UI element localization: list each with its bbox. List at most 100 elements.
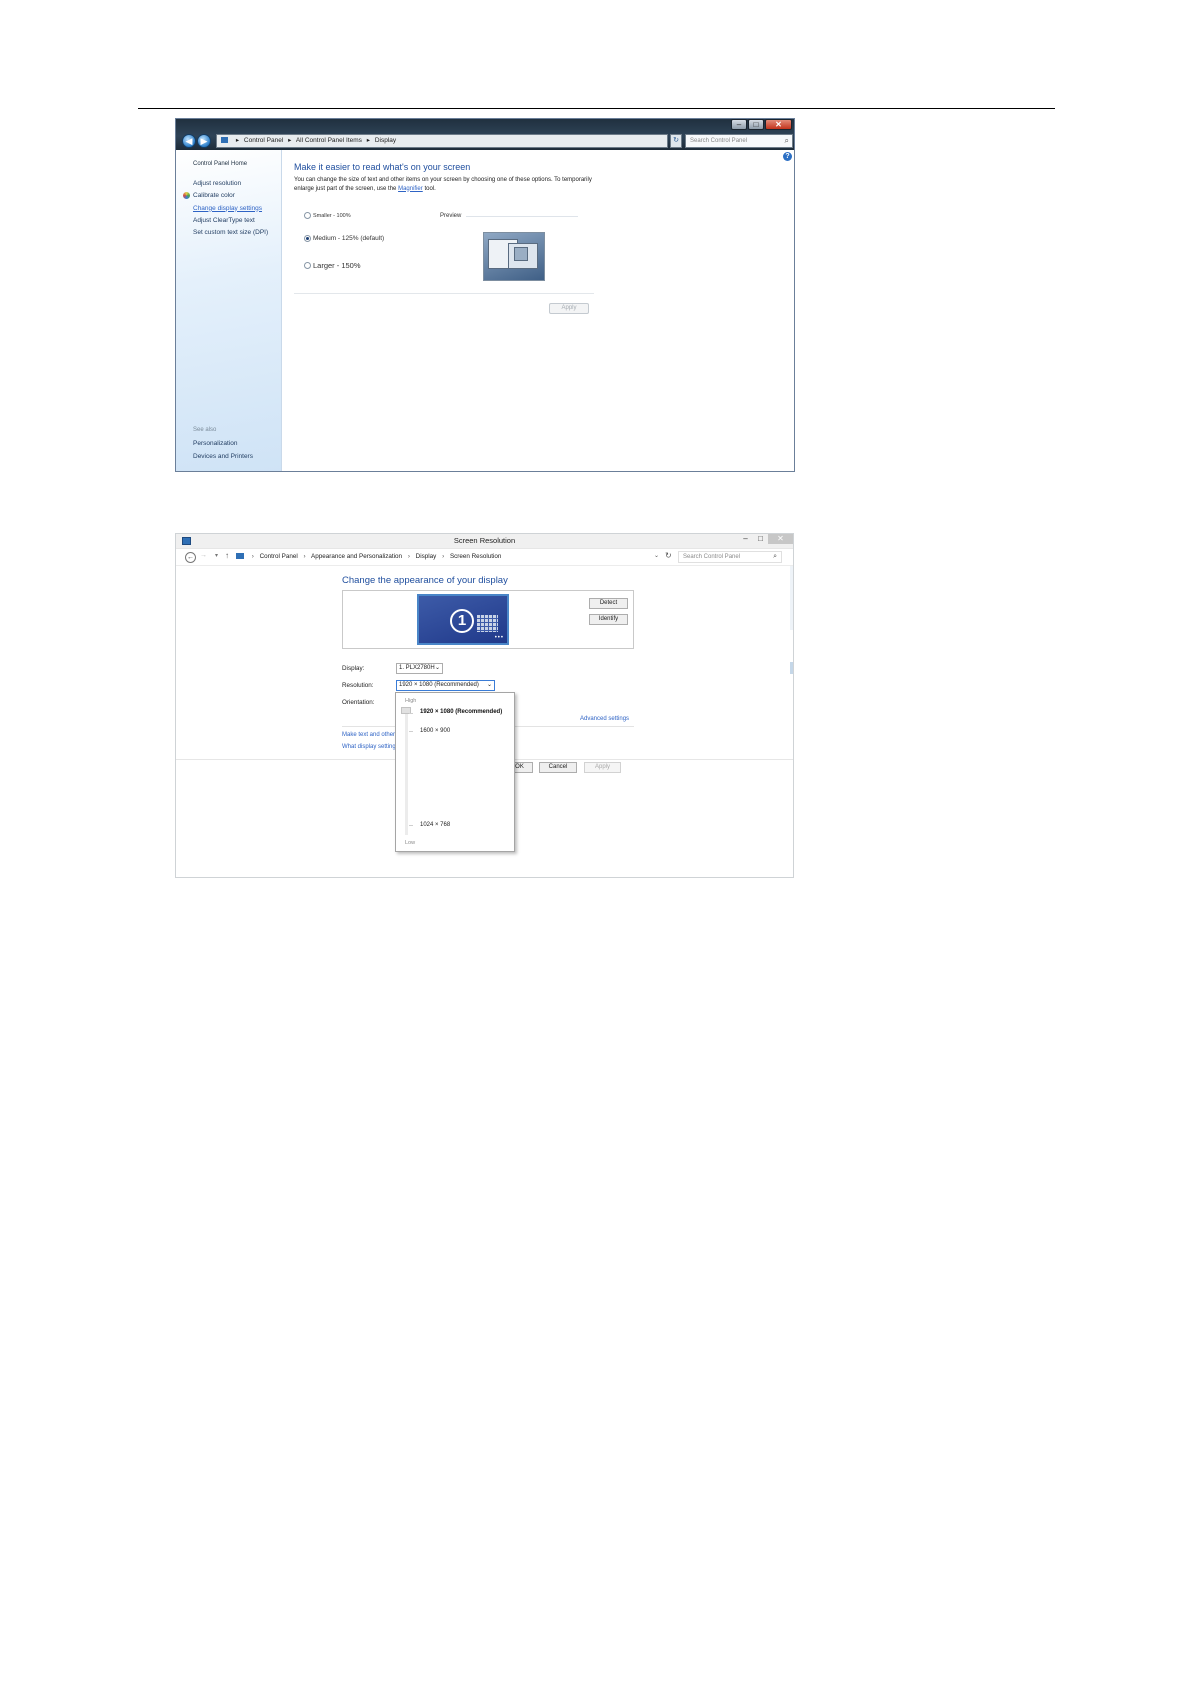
option-smaller[interactable]: Smaller - 100%	[304, 212, 351, 219]
nav-buttons: ◀ ▶	[182, 134, 211, 148]
option-label: Larger - 150%	[313, 261, 361, 270]
search-input[interactable]: Search Control Panel ⌕	[678, 551, 782, 563]
forward-button[interactable]: →	[200, 552, 207, 559]
back-button[interactable]: ←	[185, 552, 196, 563]
main-content: Change the appearance of your display 1 …	[176, 566, 793, 877]
title-bar: Screen Resolution – □ ✕	[176, 534, 793, 549]
page-title: Make it easier to read what's on your sc…	[294, 162, 471, 172]
sidebar-item-adjust-resolution[interactable]: Adjust resolution	[193, 180, 268, 192]
recent-locations-button[interactable]: ▾	[215, 552, 218, 559]
detect-button[interactable]: Detect	[589, 598, 628, 609]
radio-button[interactable]	[304, 262, 311, 269]
option-larger[interactable]: Larger - 150%	[304, 261, 361, 270]
sidebar: Control Panel Home Adjust resolution Cal…	[176, 150, 282, 471]
breadcrumb-appearance[interactable]: Appearance and Personalization	[311, 553, 402, 560]
forward-button[interactable]: ▶	[197, 134, 211, 148]
back-button[interactable]: ◀	[182, 134, 196, 148]
option-medium[interactable]: Medium - 125% (default)	[304, 235, 384, 242]
resolution-select[interactable]: 1920 × 1080 (Recommended) ⌄	[396, 680, 495, 691]
breadcrumb-separator: ›	[407, 553, 410, 560]
text-size-link[interactable]: Make text and other	[342, 732, 395, 738]
display-select[interactable]: 1. PLX2780H ⌄	[396, 663, 443, 674]
control-panel-icon	[236, 553, 244, 559]
identify-button[interactable]: Identify	[589, 614, 628, 625]
sidebar-item-devices-printers[interactable]: Devices and Printers	[193, 453, 253, 460]
page-description: You can change the size of text and othe…	[294, 176, 594, 193]
breadcrumb-control-panel[interactable]: Control Panel	[244, 137, 283, 144]
see-also-heading: See also	[193, 427, 217, 433]
breadcrumb-separator: ▸	[235, 137, 240, 144]
display-value: 1. PLX2780H	[399, 665, 435, 671]
title-bar: – □ ✕ ◀ ▶ ▸ Control Panel ▸ All Control …	[176, 119, 794, 150]
divider	[294, 293, 594, 294]
page-divider-line	[138, 108, 1055, 109]
address-dropdown-button[interactable]: ⌄	[654, 552, 659, 559]
slider-tick	[409, 825, 413, 826]
refresh-button[interactable]: ↻	[670, 134, 682, 148]
sidebar-item-personalization[interactable]: Personalization	[193, 440, 237, 447]
display-preview-box: 1 ••• Detect Identify	[342, 590, 634, 649]
breadcrumb-screen-resolution[interactable]: Screen Resolution	[450, 553, 501, 560]
caption-buttons: – □ ✕	[738, 534, 793, 544]
screen-resolution-window: Screen Resolution – □ ✕ ← → ▾ ↑ › Contro…	[175, 533, 794, 878]
high-label: High	[405, 698, 417, 704]
breadcrumb-display[interactable]: Display	[416, 553, 437, 560]
sidebar-item-adjust-cleartype[interactable]: Adjust ClearType text	[193, 217, 268, 229]
taskbar-dots-icon: •••	[494, 635, 504, 641]
breadcrumb-separator: ▸	[366, 137, 371, 144]
sidebar-item-calibrate-color[interactable]: Calibrate color	[193, 192, 268, 204]
caption-buttons: – □ ✕	[731, 119, 792, 130]
resolution-option[interactable]: 1600 × 900	[420, 728, 450, 734]
resolution-option[interactable]: 1920 × 1080 (Recommended)	[420, 709, 502, 715]
desktop-grid-icon	[477, 615, 498, 632]
sidebar-item-custom-text-size[interactable]: Set custom text size (DPI)	[193, 229, 268, 241]
search-input[interactable]: Search Control Panel ⌕	[685, 134, 793, 148]
monitor-thumbnail[interactable]: 1 •••	[417, 594, 509, 645]
sidebar-item-control-panel-home[interactable]: Control Panel Home	[193, 161, 247, 167]
option-label: Medium - 125% (default)	[313, 235, 385, 242]
resolution-slider-track[interactable]	[405, 709, 408, 835]
preview-window	[514, 247, 528, 261]
search-placeholder: Search Control Panel	[690, 138, 748, 144]
apply-button[interactable]: Apply	[549, 303, 589, 314]
maximize-button[interactable]: □	[753, 534, 768, 544]
low-label: Low	[405, 840, 416, 846]
apply-button[interactable]: Apply	[584, 762, 621, 773]
resolution-label: Resolution:	[342, 682, 374, 689]
navigation-bar: ← → ▾ ↑ › Control Panel › Appearance and…	[176, 549, 793, 566]
slider-tick	[409, 713, 413, 714]
advanced-settings-link[interactable]: Advanced settings	[580, 716, 629, 722]
slider-tick	[409, 731, 413, 732]
description-suffix: tool.	[424, 185, 436, 192]
preview-image	[483, 232, 545, 281]
radio-button[interactable]	[304, 212, 311, 219]
display-settings-help-link[interactable]: What display setting	[342, 744, 396, 750]
sidebar-item-change-display-settings[interactable]: Change display settings	[193, 205, 268, 217]
calibrate-color-icon	[183, 192, 190, 199]
search-icon: ⌕	[773, 553, 777, 560]
monitor-number: 1	[450, 609, 474, 633]
breadcrumb-all-items[interactable]: All Control Panel Items	[296, 137, 362, 144]
maximize-button[interactable]: □	[748, 119, 764, 130]
up-button[interactable]: ↑	[225, 551, 229, 560]
close-button[interactable]: ✕	[768, 534, 793, 544]
address-bar[interactable]: › Control Panel › Appearance and Persona…	[236, 551, 726, 563]
breadcrumb-control-panel[interactable]: Control Panel	[260, 553, 298, 560]
minimize-button[interactable]: –	[738, 534, 753, 544]
radio-button-selected[interactable]	[304, 235, 311, 242]
address-bar[interactable]: ▸ Control Panel ▸ All Control Panel Item…	[216, 134, 668, 148]
breadcrumb-display[interactable]: Display	[375, 137, 396, 144]
breadcrumb-separator: ›	[303, 553, 306, 560]
resolution-option[interactable]: 1024 × 768	[420, 822, 450, 828]
preview-label: Preview	[440, 213, 462, 219]
cancel-button[interactable]: Cancel	[539, 762, 577, 773]
refresh-button[interactable]: ↻	[665, 551, 672, 560]
close-button[interactable]: ✕	[765, 119, 792, 130]
resolution-dropdown: High 1920 × 1080 (Recommended) 1600 × 90…	[395, 692, 515, 852]
magnifier-link[interactable]: Magnifier	[398, 186, 423, 192]
chevron-down-icon: ⌄	[486, 682, 492, 688]
minimize-button[interactable]: –	[731, 119, 747, 130]
breadcrumb-separator: ›	[251, 553, 254, 560]
display-window: – □ ✕ ◀ ▶ ▸ Control Panel ▸ All Control …	[175, 118, 795, 472]
display-label: Display:	[342, 665, 365, 672]
